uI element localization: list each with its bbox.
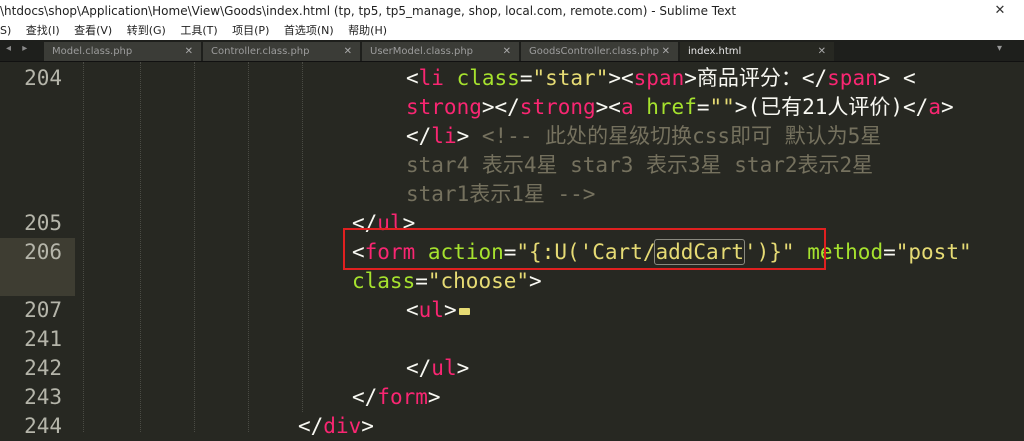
tab-close-icon[interactable]: ✕ <box>662 42 670 61</box>
line-number-gutter: 204 205 206 207 241 242 243 244 <box>0 62 75 438</box>
menu-item-view[interactable]: 查看(V) <box>74 22 112 40</box>
highlight-annotation-box <box>343 228 826 270</box>
tab-close-icon[interactable]: ✕ <box>818 42 826 61</box>
line-number: 243 <box>24 385 62 409</box>
menu-item-project[interactable]: 项目(P) <box>232 22 269 40</box>
tab-goodscontroller-class[interactable]: GoodsController.class.php ✕ <box>521 42 679 61</box>
window-title: \htdocs\shop\Application\Home\View\Goods… <box>0 4 737 18</box>
line-number: 207 <box>24 298 62 322</box>
line-number: 242 <box>24 356 62 380</box>
line-number: 206 <box>24 240 62 264</box>
indent-guide <box>83 62 84 432</box>
tab-label: Model.class.php <box>52 46 133 57</box>
code-line-243: </form> <box>352 385 441 409</box>
close-icon[interactable]: ✕ <box>990 0 1010 22</box>
line-number: 205 <box>24 211 62 235</box>
line-number: 204 <box>24 66 62 90</box>
menu-bar: S) 查找(I) 查看(V) 转到(G) 工具(T) 项目(P) 首选项(N) … <box>0 22 1024 40</box>
code-comment-line: star1表示1星 --> <box>406 182 596 206</box>
title-bar: \htdocs\shop\Application\Home\View\Goods… <box>0 0 1024 22</box>
tab-close-icon[interactable]: ✕ <box>503 42 511 61</box>
code-line-206-wrap: class="choose"> <box>352 269 542 293</box>
indent-guide <box>302 62 303 412</box>
tab-label: GoodsController.class.php <box>529 46 660 57</box>
menu-item-help[interactable]: 帮助(H) <box>348 22 387 40</box>
code-line-244: </div> <box>298 414 374 438</box>
tab-model-class[interactable]: Model.class.php ✕ <box>44 42 202 61</box>
tab-close-icon[interactable]: ✕ <box>344 42 352 61</box>
code-line-242: </ul> <box>406 356 470 380</box>
tab-scroll-arrows-icon[interactable]: ◂ ▸ <box>6 43 31 54</box>
menu-item-find[interactable]: 查找(I) <box>26 22 60 40</box>
tab-close-icon[interactable]: ✕ <box>185 42 193 61</box>
menu-item-preferences[interactable]: 首选项(N) <box>284 22 334 40</box>
menu-item-tools[interactable]: 工具(T) <box>180 22 217 40</box>
indent-guide <box>140 62 141 432</box>
indent-guide <box>194 62 195 432</box>
menu-item-goto[interactable]: 转到(G) <box>127 22 166 40</box>
code-line-204-wrap: strong></strong><a href="">(已有21人评价)</a> <box>406 95 954 119</box>
tab-usermodel-class[interactable]: UserModel.class.php ✕ <box>362 42 520 61</box>
tab-label: UserModel.class.php <box>370 46 474 57</box>
tab-list-dropdown-icon[interactable]: ▾ <box>997 43 1002 54</box>
menu-item-selection[interactable]: S) <box>0 22 11 40</box>
code-line-207: <ul> <box>406 296 470 325</box>
line-number: 241 <box>24 327 62 351</box>
line-number: 244 <box>24 414 62 438</box>
fold-marker-icon[interactable] <box>458 307 470 315</box>
tab-controller-class[interactable]: Controller.class.php ✕ <box>203 42 361 61</box>
tab-label: Controller.class.php <box>211 46 310 57</box>
tab-index-html[interactable]: index.html ✕ <box>680 42 835 61</box>
code-editor[interactable]: 204 205 206 207 241 242 243 244 <li clas… <box>0 62 1024 438</box>
code-line-204: <li class="star"><span>商品评分：</span> < <box>406 66 916 90</box>
tab-bar: ◂ ▸ Model.class.php ✕ Controller.class.p… <box>0 40 1024 62</box>
code-line-204-wrap: </li> <!-- 此处的星级切换css即可 默认为5星 <box>406 124 882 148</box>
tab-label: index.html <box>688 46 742 57</box>
indent-guide <box>248 62 249 432</box>
code-comment-line: star4 表示4星 star3 表示3星 star2表示2星 <box>406 153 874 177</box>
